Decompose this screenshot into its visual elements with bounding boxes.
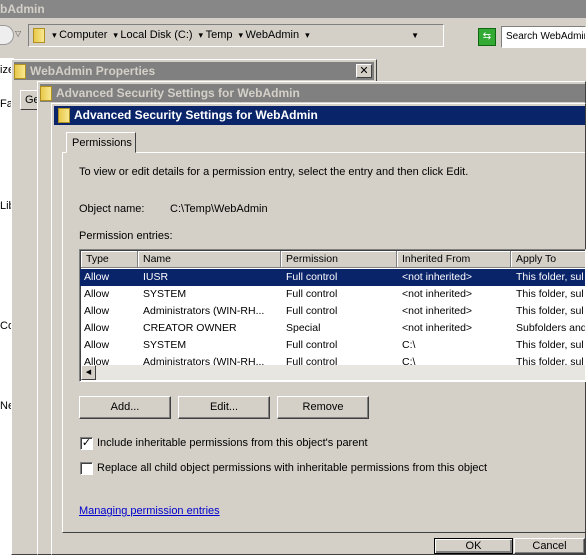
folder-icon	[40, 86, 52, 102]
table-cell: Full control	[286, 305, 338, 317]
table-cell: Full control	[286, 271, 338, 283]
table-row[interactable]: Allow IUSR Full control <not inherited> This…	[80, 269, 585, 286]
dialog-titlebar: Advanced Security Settings for WebAdmin	[54, 106, 585, 125]
advanced-security-dialog: Advanced Security Settings for WebAdmin …	[51, 103, 586, 555]
table-cell: Allow	[84, 339, 110, 351]
table-cell: <not inherited>	[402, 288, 473, 300]
object-name-label: Object name:	[79, 203, 145, 215]
search-input[interactable]: Search WebAdmin	[501, 26, 586, 48]
table-header: Type Name Permission Inherited From Apply To	[80, 251, 585, 268]
table-cell: This folder, sul	[516, 271, 584, 283]
table-row[interactable]: Allow SYSTEM Full control <not inherited> Th…	[80, 286, 585, 303]
history-dropdown-icon[interactable]: ▽	[15, 29, 21, 38]
table-cell: This folder, sul	[516, 339, 584, 351]
object-name-value: C:\Temp\WebAdmin	[170, 203, 268, 215]
include-inheritable-label[interactable]: Include inheritable permissions from thi…	[97, 437, 368, 449]
table-row[interactable]: Allow SYSTEM Full control C:\ This folder, s…	[80, 337, 585, 354]
column-header[interactable]: Permission	[281, 251, 397, 268]
breadcrumb-item[interactable]: Computer	[59, 29, 107, 41]
address-bar[interactable]: ▾ Computer ▾ Local Disk (C:) ▾ Temp ▾ WebAd…	[28, 24, 444, 47]
dialog-titlebar: Advanced Security Settings for WebAdmin	[40, 84, 585, 102]
table-row[interactable]: Allow Administrators (WIN-RH... Full contr…	[80, 303, 585, 320]
refresh-button[interactable]: ⇆	[478, 28, 496, 46]
table-cell: Full control	[286, 339, 338, 351]
table-cell: IUSR	[143, 271, 169, 283]
include-inheritable-checkbox[interactable]: ✓	[80, 437, 93, 450]
dialog-title: Advanced Security Settings for WebAdmin	[56, 86, 300, 100]
add-button[interactable]: Add...	[79, 396, 171, 419]
column-header[interactable]: Type	[81, 251, 138, 268]
tab-label: Permissions	[72, 137, 132, 149]
dialog-title: Advanced Security Settings for WebAdmin	[74, 108, 318, 122]
explorer-toolbar: ▽ ▾ Computer ▾ Local Disk (C:) ▾ Temp ▾ Web…	[0, 18, 586, 58]
breadcrumb-item[interactable]: Local Disk (C:)	[120, 29, 192, 41]
scroll-left-button[interactable]: ◀	[81, 365, 96, 380]
table-cell: Subfolders and	[516, 322, 586, 334]
back-button[interactable]	[0, 25, 14, 45]
table-cell: Administrators (WIN-RH...	[143, 305, 265, 317]
table-cell: CREATOR OWNER	[143, 322, 237, 334]
breadcrumb-chevron-icon[interactable]: ▾	[305, 30, 310, 40]
explorer-title: bAdmin	[0, 2, 45, 16]
permission-entries-label: Permission entries:	[79, 230, 173, 242]
folder-icon	[14, 64, 26, 80]
address-dropdown-icon[interactable]: ▼	[411, 25, 419, 46]
horizontal-scrollbar[interactable]: ◀	[81, 365, 585, 380]
folder-icon	[58, 108, 70, 124]
column-header[interactable]: Inherited From	[397, 251, 511, 268]
breadcrumb-chevron-icon[interactable]: ▾	[199, 30, 206, 40]
instructions-text: To view or edit details for a permission…	[79, 166, 469, 178]
table-cell: SYSTEM	[143, 288, 187, 300]
replace-child-label[interactable]: Replace all child object permissions wit…	[97, 462, 487, 474]
table-cell: SYSTEM	[143, 339, 187, 351]
tab-permissions[interactable]: Permissions	[66, 132, 136, 153]
table-cell: Allow	[84, 305, 110, 317]
table-cell: Allow	[84, 271, 110, 283]
properties-title: WebAdmin Properties	[30, 64, 156, 78]
ok-button[interactable]: OK	[434, 538, 513, 554]
permission-entries-table[interactable]: Type Name Permission Inherited From Apply To…	[79, 249, 586, 382]
explorer-titlebar: bAdmin	[0, 0, 586, 18]
table-cell: This folder, sul	[516, 288, 584, 300]
table-cell: Allow	[84, 288, 110, 300]
remove-button[interactable]: Remove	[277, 396, 369, 419]
properties-titlebar: WebAdmin Properties ✕	[14, 62, 374, 80]
table-cell: <not inherited>	[402, 271, 473, 283]
table-row[interactable]: Allow CREATOR OWNER Special <not inherited>…	[80, 320, 585, 337]
breadcrumb-chevron-icon[interactable]: ▾	[238, 30, 245, 40]
breadcrumb-item[interactable]: WebAdmin	[246, 29, 300, 41]
search-placeholder: Search WebAdmin	[506, 31, 586, 42]
help-link[interactable]: Managing permission entries	[79, 505, 220, 517]
folder-icon	[33, 27, 45, 43]
table-cell: This folder, sul	[516, 305, 584, 317]
table-cell: <not inherited>	[402, 322, 473, 334]
cancel-button[interactable]: Cancel	[514, 538, 585, 554]
table-cell: Full control	[286, 288, 338, 300]
table-cell: Allow	[84, 322, 110, 334]
edit-button[interactable]: Edit...	[178, 396, 270, 419]
column-header[interactable]: Apply To	[511, 251, 585, 268]
close-button[interactable]: ✕	[356, 64, 372, 78]
table-cell: Special	[286, 322, 321, 334]
table-cell: C:\	[402, 339, 416, 351]
column-header[interactable]: Name	[138, 251, 281, 268]
replace-child-checkbox[interactable]	[80, 462, 93, 475]
breadcrumb-item[interactable]: Temp	[206, 29, 233, 41]
table-cell: <not inherited>	[402, 305, 473, 317]
